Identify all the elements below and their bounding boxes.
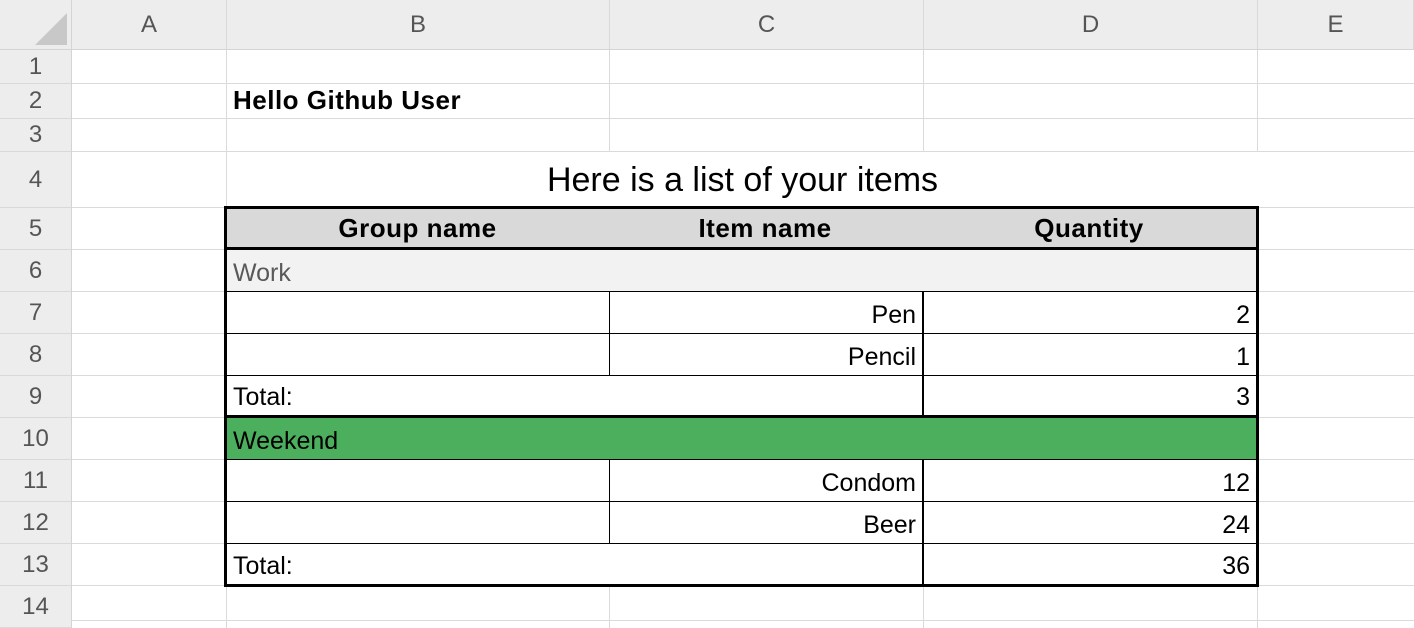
item-name-cell[interactable]: Beer xyxy=(609,502,924,544)
item-quantity-cell[interactable]: 24 xyxy=(924,502,1259,544)
row-header-13[interactable]: 13 xyxy=(0,544,72,586)
table-cell-group[interactable] xyxy=(224,502,610,544)
group-row-weekend[interactable]: Weekend xyxy=(224,418,1259,460)
greeting-cell[interactable]: Hello Github User xyxy=(227,84,627,119)
item-name-cell[interactable]: Pencil xyxy=(609,334,924,376)
row-header-3[interactable]: 3 xyxy=(0,119,72,152)
row-header-8[interactable]: 8 xyxy=(0,334,72,376)
total-value-cell[interactable]: 3 xyxy=(924,376,1259,418)
table-cell-group[interactable] xyxy=(224,292,610,334)
item-quantity-cell[interactable]: 12 xyxy=(924,460,1259,502)
total-label-cell[interactable]: Total: xyxy=(224,544,924,587)
column-header-a[interactable]: A xyxy=(72,0,227,50)
column-header-e[interactable]: E xyxy=(1258,0,1414,50)
select-all-icon xyxy=(35,13,67,45)
column-header-c[interactable]: C xyxy=(610,0,924,50)
row-header-10[interactable]: 10 xyxy=(0,418,72,460)
item-name-cell[interactable]: Pen xyxy=(609,292,924,334)
group-row-work[interactable]: Work xyxy=(224,250,1259,292)
row-header-4[interactable]: 4 xyxy=(0,152,72,208)
spreadsheet: A B C D E 1 2 3 4 5 6 7 8 9 10 11 12 13 … xyxy=(0,0,1414,628)
table-cell-group[interactable] xyxy=(224,334,610,376)
row-header-7[interactable]: 7 xyxy=(0,292,72,334)
row-header-12[interactable]: 12 xyxy=(0,502,72,544)
total-value-cell[interactable]: 36 xyxy=(924,544,1259,587)
row-header-5[interactable]: 5 xyxy=(0,208,72,250)
header-quantity[interactable]: Quantity xyxy=(922,206,1259,250)
row-header-11[interactable]: 11 xyxy=(0,460,72,502)
row-header-6[interactable]: 6 xyxy=(0,250,72,292)
row-header-1[interactable]: 1 xyxy=(0,50,72,84)
item-quantity-cell[interactable]: 1 xyxy=(924,334,1259,376)
row-header-9[interactable]: 9 xyxy=(0,376,72,418)
column-header-b[interactable]: B xyxy=(227,0,610,50)
header-group-name[interactable]: Group name xyxy=(224,206,610,250)
row-header-14[interactable]: 14 xyxy=(0,586,72,628)
gridline xyxy=(72,620,1414,621)
list-title-cell[interactable]: Here is a list of your items xyxy=(227,152,1258,208)
table-cell-group[interactable] xyxy=(224,460,610,502)
total-label-cell[interactable]: Total: xyxy=(224,376,924,418)
item-name-cell[interactable]: Condom xyxy=(609,460,924,502)
item-quantity-cell[interactable]: 2 xyxy=(924,292,1259,334)
row-header-2[interactable]: 2 xyxy=(0,84,72,119)
header-item-name[interactable]: Item name xyxy=(608,206,924,250)
select-all-corner[interactable] xyxy=(0,0,72,50)
column-header-d[interactable]: D xyxy=(924,0,1258,50)
